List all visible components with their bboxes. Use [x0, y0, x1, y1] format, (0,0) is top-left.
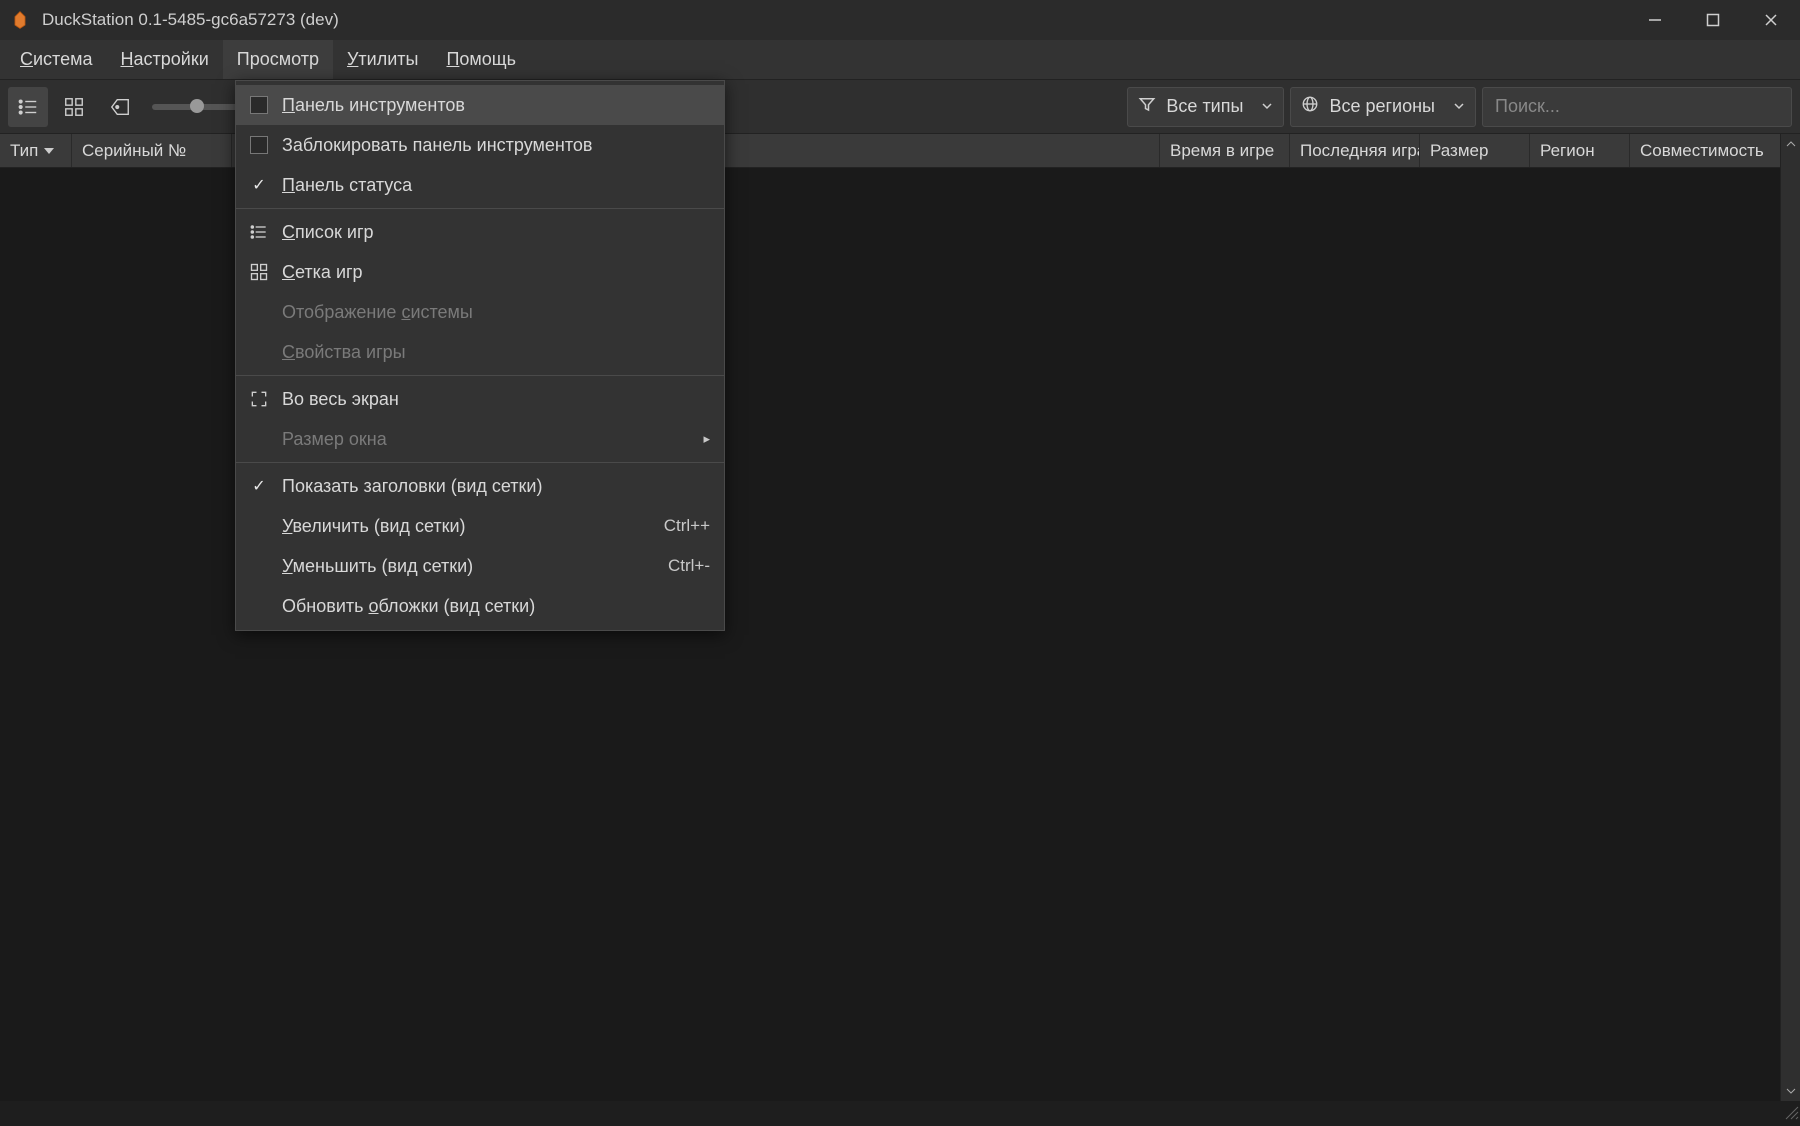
submenu-arrow-icon: ▸	[703, 431, 710, 447]
sort-indicator-icon	[44, 148, 54, 154]
zoom-slider-thumb[interactable]	[190, 99, 204, 113]
menu-item-toolbar-panel[interactable]: Панель инструментов	[236, 85, 724, 125]
menu-utilities[interactable]: Утилиты	[333, 40, 432, 79]
menu-item-system-display: Отображение системы	[236, 292, 724, 332]
chevron-down-icon	[1261, 96, 1273, 117]
menubar: Система Настройки Просмотр Утилиты Помощ…	[0, 40, 1800, 80]
menu-item-zoom-in[interactable]: Увеличить (вид сетки) Ctrl++	[236, 506, 724, 546]
scroll-down-arrow[interactable]	[1781, 1081, 1800, 1101]
col-size[interactable]: Размер	[1420, 134, 1530, 167]
shortcut-label: Ctrl+-	[668, 556, 710, 576]
col-type[interactable]: Тип	[0, 134, 72, 167]
menu-separator	[236, 462, 724, 463]
vertical-scrollbar[interactable]	[1780, 134, 1800, 1101]
menu-settings[interactable]: Настройки	[107, 40, 223, 79]
menu-separator	[236, 375, 724, 376]
col-serial[interactable]: Серийный №	[72, 134, 232, 167]
chevron-down-icon	[1453, 96, 1465, 117]
app-icon	[10, 10, 30, 30]
minimize-button[interactable]	[1626, 0, 1684, 40]
check-icon: ✓	[252, 175, 265, 195]
menu-item-status-panel[interactable]: ✓ Панель статуса	[236, 165, 724, 205]
menu-item-window-size: Размер окна ▸	[236, 419, 724, 459]
checkbox-unchecked-icon	[250, 96, 268, 114]
scroll-up-arrow[interactable]	[1781, 134, 1800, 154]
menu-item-refresh-covers[interactable]: Обновить обложки (вид сетки)	[236, 586, 724, 626]
col-compat[interactable]: Совместимость	[1630, 134, 1800, 167]
menu-system[interactable]: Система	[6, 40, 107, 79]
col-region[interactable]: Регион	[1530, 134, 1630, 167]
close-button[interactable]	[1742, 0, 1800, 40]
col-lastplayed[interactable]: Последняя игра	[1290, 134, 1420, 167]
tag-view-button[interactable]	[100, 87, 140, 127]
col-playtime[interactable]: Время в игре	[1160, 134, 1290, 167]
shortcut-label: Ctrl++	[664, 516, 710, 536]
menu-help[interactable]: Помощь	[432, 40, 530, 79]
filter-type-label: Все типы	[1166, 96, 1243, 117]
check-icon: ✓	[252, 476, 265, 496]
zoom-slider[interactable]	[152, 104, 242, 110]
grid-view-button[interactable]	[54, 87, 94, 127]
filter-region-label: Все регионы	[1329, 96, 1435, 117]
menu-separator	[236, 208, 724, 209]
menu-item-show-titles[interactable]: ✓ Показать заголовки (вид сетки)	[236, 466, 724, 506]
search-input[interactable]	[1482, 87, 1792, 127]
menu-item-game-list[interactable]: Список игр	[236, 212, 724, 252]
list-icon	[246, 222, 272, 242]
globe-icon	[1301, 95, 1319, 118]
maximize-button[interactable]	[1684, 0, 1742, 40]
titlebar: DuckStation 0.1-5485-gc6a57273 (dev)	[0, 0, 1800, 40]
menu-item-game-grid[interactable]: Сетка игр	[236, 252, 724, 292]
filter-region-combo[interactable]: Все регионы	[1290, 87, 1476, 127]
menu-item-lock-toolbar[interactable]: Заблокировать панель инструментов	[236, 125, 724, 165]
menu-item-zoom-out[interactable]: Уменьшить (вид сетки) Ctrl+-	[236, 546, 724, 586]
fullscreen-icon	[246, 389, 272, 409]
menu-item-fullscreen[interactable]: Во весь экран	[236, 379, 724, 419]
grid-icon	[246, 262, 272, 282]
resize-grip[interactable]	[1780, 1101, 1800, 1121]
menu-view[interactable]: Просмотр	[223, 40, 333, 79]
filter-icon	[1138, 95, 1156, 118]
view-dropdown-menu: Панель инструментов Заблокировать панель…	[235, 80, 725, 631]
list-view-button[interactable]	[8, 87, 48, 127]
menu-item-game-properties: Свойства игры	[236, 332, 724, 372]
window-title: DuckStation 0.1-5485-gc6a57273 (dev)	[42, 10, 1626, 30]
checkbox-unchecked-icon	[250, 136, 268, 154]
filter-type-combo[interactable]: Все типы	[1127, 87, 1284, 127]
